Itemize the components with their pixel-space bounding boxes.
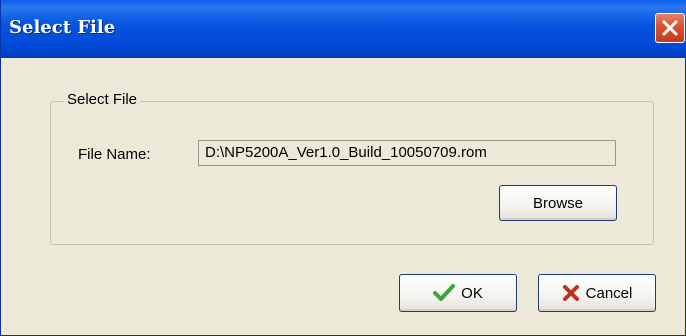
title-bar[interactable]: Select File bbox=[1, 0, 686, 58]
window-title: Select File bbox=[9, 17, 116, 38]
browse-button-label: Browse bbox=[532, 194, 584, 212]
x-mark-icon bbox=[562, 284, 580, 302]
ok-button[interactable]: OK bbox=[399, 274, 517, 312]
browse-button[interactable]: Browse bbox=[499, 185, 617, 221]
cancel-button[interactable]: Cancel bbox=[538, 274, 656, 312]
groupbox-legend: Select File bbox=[64, 91, 141, 108]
select-file-groupbox bbox=[50, 101, 654, 245]
close-button[interactable] bbox=[655, 13, 685, 43]
close-icon bbox=[662, 20, 678, 36]
ok-button-label: OK bbox=[461, 284, 483, 302]
select-file-dialog: Select File Select File File Name: D:\NP… bbox=[0, 0, 686, 336]
file-name-field[interactable]: D:\NP5200A_Ver1.0_Build_10050709.rom bbox=[198, 140, 616, 166]
checkmark-icon bbox=[433, 284, 456, 302]
cancel-button-label: Cancel bbox=[585, 284, 633, 302]
file-name-label: File Name: bbox=[78, 146, 151, 163]
